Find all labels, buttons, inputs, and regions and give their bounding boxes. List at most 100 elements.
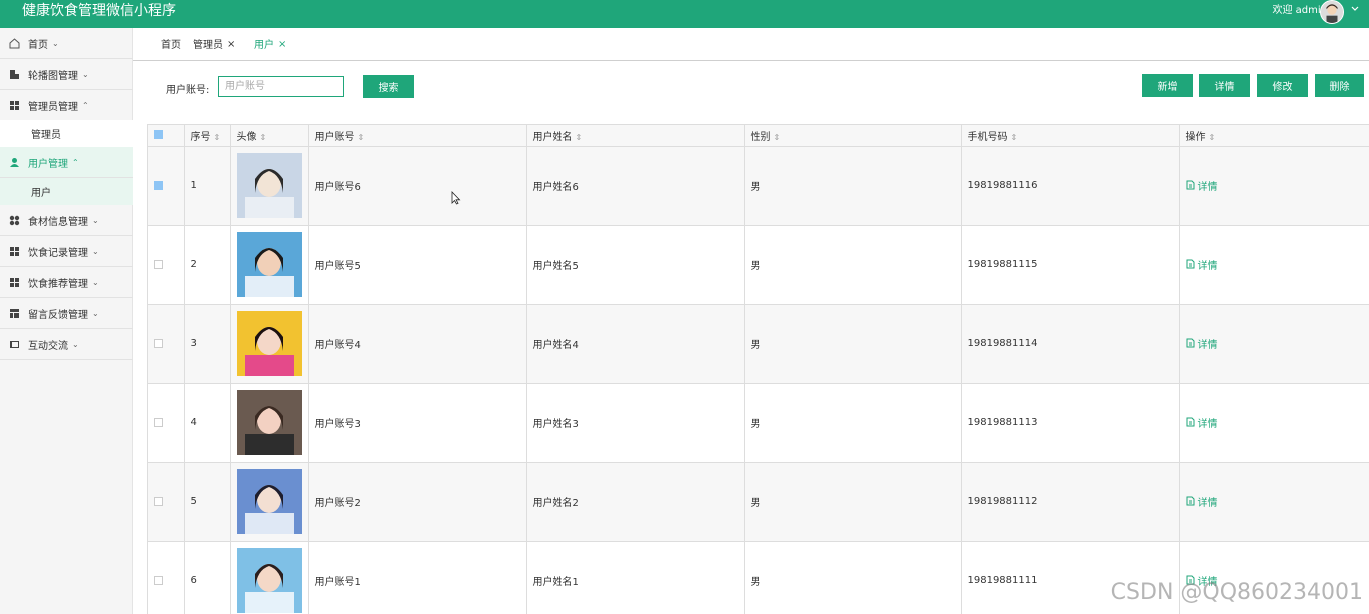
row-checkbox[interactable] <box>154 496 163 506</box>
cell-name: 用户姓名1 <box>526 541 745 614</box>
column-header-index[interactable]: 序号 ⇕ <box>184 125 231 147</box>
cell-phone: 19819881114 <box>961 304 1180 384</box>
sort-icon[interactable]: ⇕ <box>1011 133 1018 142</box>
cell-action: 详情 <box>1179 304 1369 384</box>
cell-avatar <box>230 225 309 305</box>
cell-name: 用户姓名4 <box>526 304 745 384</box>
row-select-cell[interactable] <box>148 541 185 614</box>
search-input[interactable] <box>218 76 344 97</box>
document-icon <box>1186 338 1194 348</box>
sort-icon[interactable]: ⇕ <box>774 133 781 142</box>
row-detail-link[interactable]: 详情 <box>1186 415 1218 430</box>
close-icon[interactable]: × <box>278 39 286 50</box>
column-header-phone[interactable]: 手机号码 ⇕ <box>961 125 1180 147</box>
row-detail-link[interactable]: 详情 <box>1186 257 1218 272</box>
book-icon <box>8 338 20 350</box>
cell-gender: 男 <box>744 462 962 542</box>
grid-icon <box>8 245 20 257</box>
sort-icon[interactable]: ⇕ <box>358 133 365 142</box>
table-row[interactable]: 1 用户账号6 用户姓名6 男 19819881116 详情 <box>148 146 1369 226</box>
select-all-cell[interactable] <box>148 125 185 147</box>
search-button[interactable]: 搜索 <box>363 75 414 98</box>
chevron-down-icon: ⌄ <box>92 246 99 256</box>
user-avatar-image <box>236 469 302 534</box>
row-checkbox[interactable] <box>154 575 163 585</box>
table-row[interactable]: 4 用户账号3 用户姓名3 男 19819881113 详情 <box>148 383 1369 463</box>
column-header-account[interactable]: 用户账号 ⇕ <box>308 125 527 147</box>
cell-name: 用户姓名3 <box>526 383 745 463</box>
cell-avatar <box>230 304 309 384</box>
cell-account: 用户账号3 <box>308 383 527 463</box>
table-row[interactable]: 2 用户账号5 用户姓名5 男 19819881115 详情 <box>148 225 1369 305</box>
row-select-cell[interactable] <box>148 304 185 384</box>
sidebar-subitem-label: 用户 <box>31 188 51 199</box>
row-checkbox[interactable] <box>154 259 163 269</box>
sidebar-item-feedback[interactable]: 留言反馈管理 ⌄ <box>0 298 133 329</box>
row-detail-link[interactable]: 详情 <box>1186 494 1218 509</box>
sidebar-item-admin-manage[interactable]: 管理员管理 ⌃ <box>0 90 133 121</box>
add-button[interactable]: 新增 <box>1142 74 1193 97</box>
chevron-down-icon: ⌄ <box>82 69 89 79</box>
sidebar-item-label: 留言反馈管理 <box>28 309 88 321</box>
column-header-name[interactable]: 用户姓名 ⇕ <box>526 125 745 147</box>
cell-action: 详情 <box>1179 225 1369 305</box>
row-checkbox[interactable] <box>154 417 163 427</box>
home-icon <box>8 37 20 49</box>
cell-avatar <box>230 146 309 226</box>
row-detail-link[interactable]: 详情 <box>1186 178 1218 193</box>
cell-action: 详情 <box>1179 146 1369 226</box>
sort-icon[interactable]: ⇕ <box>576 133 583 142</box>
cell-action: 详情 <box>1179 383 1369 463</box>
document-icon <box>1186 259 1194 269</box>
image-icon <box>8 68 20 80</box>
sort-icon[interactable]: ⇕ <box>260 133 267 142</box>
column-header-action[interactable]: 操作 ⇕ <box>1179 125 1369 147</box>
tab-home[interactable]: 首页 <box>161 40 181 52</box>
cell-gender: 男 <box>744 225 962 305</box>
table-row[interactable]: 3 用户账号4 用户姓名4 男 19819881114 详情 <box>148 304 1369 384</box>
user-avatar-image <box>236 232 302 297</box>
table-header-row: 序号 ⇕ 头像 ⇕ 用户账号 ⇕ 用户姓名 ⇕ 性别 ⇕ 手机号码 ⇕ 操作 ⇕ <box>148 125 1369 147</box>
edit-button[interactable]: 修改 <box>1257 74 1308 97</box>
chevron-down-icon[interactable] <box>1349 3 1361 15</box>
sidebar-subitem-admin[interactable]: 管理员 <box>0 120 133 147</box>
select-all-checkbox[interactable] <box>154 130 163 140</box>
sidebar-item-user-manage[interactable]: 用户管理 ⌃ <box>0 147 133 178</box>
sort-icon[interactable]: ⇕ <box>214 133 221 142</box>
column-header-gender[interactable]: 性别 ⇕ <box>744 125 962 147</box>
sidebar-item-label: 管理员管理 <box>28 101 78 113</box>
sidebar-item-home[interactable]: 首页 ⌄ <box>0 28 133 59</box>
sidebar-item-ingredient[interactable]: 食材信息管理 ⌄ <box>0 205 133 236</box>
sidebar-item-carousel[interactable]: 轮播图管理 ⌄ <box>0 59 133 90</box>
cell-phone: 19819881116 <box>961 146 1180 226</box>
delete-button[interactable]: 删除 <box>1315 74 1364 97</box>
table-row[interactable]: 5 用户账号2 用户姓名2 男 19819881112 详情 <box>148 462 1369 542</box>
close-icon[interactable]: × <box>227 39 235 50</box>
sidebar-item-label: 食材信息管理 <box>28 216 88 228</box>
cell-gender: 男 <box>744 304 962 384</box>
row-select-cell[interactable] <box>148 462 185 542</box>
row-select-cell[interactable] <box>148 146 185 226</box>
row-checkbox[interactable] <box>154 338 163 348</box>
mouse-cursor-icon <box>451 191 461 205</box>
user-avatar-image <box>236 390 302 455</box>
detail-button[interactable]: 详情 <box>1199 74 1250 97</box>
row-select-cell[interactable] <box>148 383 185 463</box>
row-select-cell[interactable] <box>148 225 185 305</box>
tab-admin[interactable]: 管理员 <box>193 40 223 52</box>
cell-avatar <box>230 383 309 463</box>
sidebar-item-interaction[interactable]: 互动交流 ⌄ <box>0 329 133 360</box>
sidebar-subitem-user[interactable]: 用户 <box>0 178 133 205</box>
admin-avatar[interactable] <box>1320 0 1344 24</box>
tab-user[interactable]: 用户 <box>254 40 274 52</box>
row-checkbox[interactable] <box>154 180 163 190</box>
column-header-avatar[interactable]: 头像 ⇕ <box>230 125 309 147</box>
document-icon <box>1186 417 1194 427</box>
tab-bar: 首页 管理员 × 用户 × <box>133 28 1369 61</box>
cell-account: 用户账号1 <box>308 541 527 614</box>
sort-icon[interactable]: ⇕ <box>1209 133 1216 142</box>
sidebar-item-diet-recommend[interactable]: 饮食推荐管理 ⌄ <box>0 267 133 298</box>
row-detail-link[interactable]: 详情 <box>1186 336 1218 351</box>
sidebar-item-diet-record[interactable]: 饮食记录管理 ⌄ <box>0 236 133 267</box>
cell-index: 5 <box>184 462 231 542</box>
